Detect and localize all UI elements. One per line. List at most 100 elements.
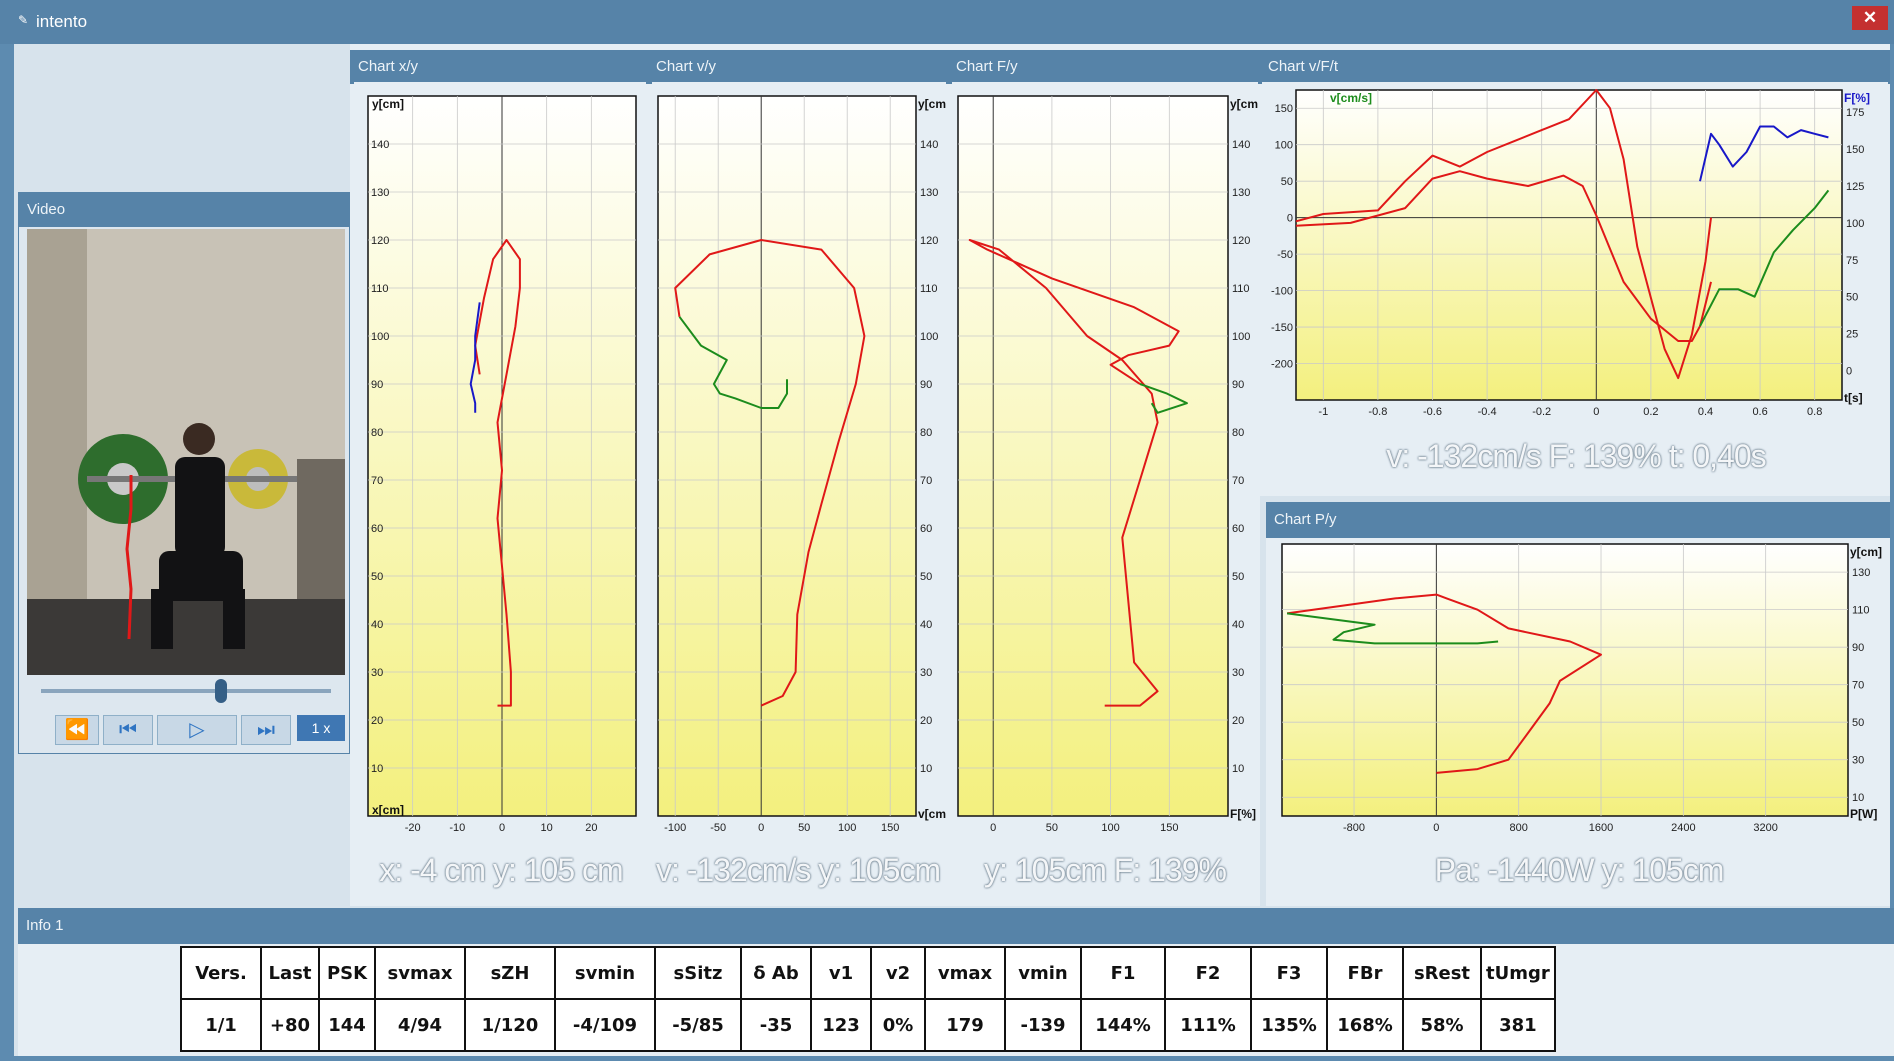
info-header-cell: vmax bbox=[924, 946, 1006, 1000]
y-tick-label: 20 bbox=[1232, 715, 1244, 727]
y-tick-label: 10 bbox=[371, 763, 383, 775]
info-header-cell: PSK bbox=[318, 946, 376, 1000]
y-tick-label: 150 bbox=[1275, 103, 1293, 115]
video-frame[interactable] bbox=[27, 229, 345, 675]
step-forward-icon: ⏭ bbox=[257, 719, 275, 741]
y-axis-label: v[cm/s] bbox=[1330, 91, 1372, 105]
info-value-cell: 135% bbox=[1250, 998, 1328, 1052]
x-tick-label: 20 bbox=[585, 822, 597, 834]
y-tick-label: 90 bbox=[1852, 642, 1864, 654]
x-tick-label: 0 bbox=[1433, 822, 1439, 834]
x-tick-label: 2400 bbox=[1671, 822, 1695, 834]
info-value-cell: 1/1 bbox=[180, 998, 262, 1052]
play-button[interactable]: ▷ bbox=[157, 715, 237, 745]
info-header-cell: tUmgr bbox=[1480, 946, 1556, 1000]
x-axis-label: v[cm/s] bbox=[918, 807, 946, 821]
readout-py: Pa: -1440W y: 105cm bbox=[1434, 852, 1725, 888]
chart-fy-title: Chart F/y bbox=[948, 50, 1260, 84]
info-header-cell: sRest bbox=[1402, 946, 1482, 1000]
y-axis-label: y[cm] bbox=[918, 97, 946, 111]
info-header-cell: Vers. bbox=[180, 946, 262, 1000]
x-tick-label: 800 bbox=[1510, 822, 1528, 834]
info-header-cell: v2 bbox=[870, 946, 926, 1000]
speed-button[interactable]: 1 x bbox=[297, 715, 345, 741]
info-value-row: 1/1 +80 144 4/94 1/120 -4/109 -5/85 -35 123 0% 179… bbox=[180, 998, 1556, 1052]
video-slider-track[interactable] bbox=[41, 689, 331, 693]
y-tick-label: 70 bbox=[371, 475, 383, 487]
x-tick-label: 0.4 bbox=[1698, 406, 1713, 418]
y-tick-label: 130 bbox=[1852, 567, 1870, 579]
info-header-cell: δ Ab bbox=[740, 946, 812, 1000]
y2-tick-label: 100 bbox=[1846, 218, 1864, 230]
info-header-cell: v1 bbox=[810, 946, 872, 1000]
y2-axis-label: F[%] bbox=[1844, 91, 1870, 105]
y-tick-label: 50 bbox=[371, 571, 383, 583]
x-axis-label: t[s] bbox=[1844, 391, 1863, 405]
y-tick-label: 110 bbox=[1232, 283, 1250, 295]
info-header-cell: vmin bbox=[1004, 946, 1082, 1000]
y-tick-label: 50 bbox=[920, 571, 932, 583]
y-tick-label: 60 bbox=[371, 523, 383, 535]
info-value-cell: -5/85 bbox=[654, 998, 742, 1052]
y-tick-label: 70 bbox=[1852, 680, 1864, 692]
y-tick-label: 30 bbox=[1852, 755, 1864, 767]
x-tick-label: 50 bbox=[798, 822, 810, 834]
chart-xy: -20 -10 0 10 20 10 20 30 40 50 60 70 80 90 100 110 120 13… bbox=[354, 82, 646, 836]
y-tick-label: 130 bbox=[920, 187, 938, 199]
info-header-cell: F2 bbox=[1164, 946, 1252, 1000]
x-axis-label: x[cm] bbox=[372, 803, 404, 817]
info-value-cell: -4/109 bbox=[554, 998, 656, 1052]
chart-vft-title: Chart v/F/t bbox=[1260, 50, 1890, 84]
x-tick-label: -50 bbox=[710, 822, 726, 834]
x-tick-label: 100 bbox=[838, 822, 856, 834]
video-slider-thumb[interactable] bbox=[214, 679, 227, 703]
x-tick-label: 100 bbox=[1101, 822, 1119, 834]
step-back-button[interactable]: ⏮ bbox=[103, 715, 153, 745]
y-tick-label: 90 bbox=[371, 379, 383, 391]
info-value-cell: 144% bbox=[1080, 998, 1166, 1052]
x-tick-label: -0.8 bbox=[1368, 406, 1387, 418]
info-value-cell: -139 bbox=[1004, 998, 1082, 1052]
info-header-cell: svmin bbox=[554, 946, 656, 1000]
y2-tick-label: 125 bbox=[1846, 181, 1864, 193]
x-tick-label: -0.6 bbox=[1423, 406, 1442, 418]
rewind-button[interactable]: ⏪ bbox=[55, 715, 99, 745]
info-header-cell: sSitz bbox=[654, 946, 742, 1000]
y-tick-label: 120 bbox=[920, 235, 938, 247]
y-tick-label: 50 bbox=[1232, 571, 1244, 583]
chart-vy: -100 -50 0 50 100 150 10 20 30 40 50 60 70 80 90 100 110… bbox=[652, 82, 946, 836]
x-tick-label: -10 bbox=[449, 822, 465, 834]
y-tick-label: -150 bbox=[1271, 322, 1293, 334]
x-tick-label: -0.2 bbox=[1532, 406, 1551, 418]
plot-area bbox=[1281, 543, 1849, 817]
info-value-cell: 179 bbox=[924, 998, 1006, 1052]
y-tick-label: 40 bbox=[920, 619, 932, 631]
info-header-cell: F1 bbox=[1080, 946, 1166, 1000]
info-value-cell: 381 bbox=[1480, 998, 1556, 1052]
info-header-cell: Last bbox=[260, 946, 320, 1000]
close-button[interactable]: ✕ bbox=[1852, 6, 1888, 30]
y-tick-label: 20 bbox=[371, 715, 383, 727]
x-tick-label: 150 bbox=[1160, 822, 1178, 834]
y-tick-label: 80 bbox=[371, 427, 383, 439]
y-tick-label: 30 bbox=[371, 667, 383, 679]
info-header-row: Vers. Last PSK svmax sZH svmin sSitz δ Ab v1 v2 vm… bbox=[180, 946, 1556, 1000]
step-forward-button[interactable]: ⏭ bbox=[241, 715, 291, 745]
y-tick-label: -100 bbox=[1271, 286, 1293, 298]
info-value-cell: 123 bbox=[810, 998, 872, 1052]
y2-tick-label: 50 bbox=[1846, 292, 1858, 304]
info-value-cell: 144 bbox=[318, 998, 376, 1052]
chart-xy-title: Chart x/y bbox=[350, 50, 648, 84]
y-tick-label: 50 bbox=[1281, 176, 1293, 188]
y-tick-label: 130 bbox=[1232, 187, 1250, 199]
readout-vft: v: -132cm/s F: 139% t: 0,40s bbox=[1386, 438, 1766, 474]
info-header-cell: sZH bbox=[464, 946, 556, 1000]
y-tick-label: 100 bbox=[1275, 140, 1293, 152]
chart-vy-title: Chart v/y bbox=[648, 50, 948, 84]
y-tick-label: 110 bbox=[371, 283, 389, 295]
y-tick-label: 60 bbox=[920, 523, 932, 535]
y-tick-label: 120 bbox=[371, 235, 389, 247]
video-image bbox=[27, 229, 345, 675]
y2-tick-label: 150 bbox=[1846, 144, 1864, 156]
y2-tick-label: 25 bbox=[1846, 329, 1858, 341]
